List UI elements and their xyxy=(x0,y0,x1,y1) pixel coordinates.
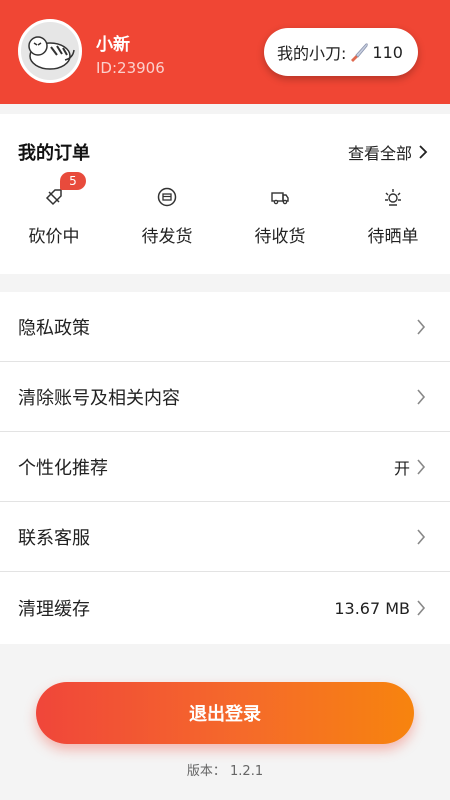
avatar[interactable] xyxy=(18,19,82,83)
logout-button[interactable]: 退出登录 xyxy=(36,682,414,744)
recommend-status: 开 xyxy=(393,458,410,478)
truck-icon xyxy=(271,192,289,205)
order-pending-receive[interactable]: 待收货 xyxy=(235,186,325,247)
menu-item-label: 隐私政策 xyxy=(18,317,90,339)
chevron-right-icon xyxy=(417,458,426,475)
view-all-label: 查看全部 xyxy=(347,144,412,163)
order-item-label: 砍价中 xyxy=(28,227,80,247)
chevron-right-icon xyxy=(417,528,426,545)
knife-count: 110 xyxy=(372,42,403,62)
view-all-orders-link[interactable]: 查看全部 xyxy=(348,140,428,164)
chevron-right-icon xyxy=(417,318,426,335)
menu-item-right: 开 xyxy=(394,455,426,479)
menu-item-personalized-recommend[interactable]: 个性化推荐 开 xyxy=(0,432,450,502)
order-pending-ship[interactable]: 待发货 xyxy=(122,186,212,247)
menu-item-right xyxy=(410,318,426,335)
menu-item-right: 13.67 MB xyxy=(334,599,426,618)
chevron-right-icon xyxy=(417,600,426,616)
menu-item-contact-support[interactable]: 联系客服 xyxy=(0,502,450,572)
order-bargaining[interactable]: 5 砍价中 xyxy=(9,172,99,247)
menu-item-label: 联系客服 xyxy=(18,527,90,549)
chevron-right-icon xyxy=(419,145,428,159)
cache-size: 13.67 MB xyxy=(334,598,410,618)
menu-item-clear-cache[interactable]: 清理缓存 13.67 MB xyxy=(0,572,450,644)
user-name: 小新 xyxy=(96,35,130,55)
menu-item-right xyxy=(410,528,426,545)
orders-title: 我的订单 xyxy=(18,143,90,164)
menu-item-label: 清除账号及相关内容 xyxy=(18,387,180,409)
order-item-label: 待收货 xyxy=(254,227,306,247)
bargain-badge: 5 xyxy=(60,172,86,190)
pending-ship-icon xyxy=(157,187,177,207)
settings-menu: 隐私政策 清除账号及相关内容 个性化推荐 开 联系客服 清理缓存 13.67 M… xyxy=(0,292,450,644)
menu-item-label: 清理缓存 xyxy=(18,599,90,620)
menu-item-clear-account[interactable]: 清除账号及相关内容 xyxy=(0,362,450,432)
cat-avatar-icon xyxy=(28,36,75,70)
sun-icon xyxy=(385,189,401,206)
menu-item-label: 个性化推荐 xyxy=(18,457,108,479)
my-orders-card: 我的订单 查看全部 5 砍价中 待发货 待收货 待晒单 xyxy=(0,114,450,274)
knife-icon xyxy=(351,43,369,62)
knife-label: 我的小刀: xyxy=(277,44,347,63)
user-id: ID:23906 xyxy=(96,59,165,77)
version-text: 版本： 1.2.1 xyxy=(186,764,264,779)
order-item-label: 待发货 xyxy=(141,227,193,247)
menu-item-right xyxy=(410,388,426,405)
menu-item-privacy-policy[interactable]: 隐私政策 xyxy=(0,292,450,362)
my-knife-button[interactable]: 我的小刀: 110 xyxy=(264,28,418,76)
profile-header: 小新 ID:23906 我的小刀: 110 xyxy=(0,0,450,104)
order-pending-review[interactable]: 待晒单 xyxy=(348,186,438,247)
chevron-right-icon xyxy=(417,388,426,405)
order-item-label: 待晒单 xyxy=(367,227,419,247)
